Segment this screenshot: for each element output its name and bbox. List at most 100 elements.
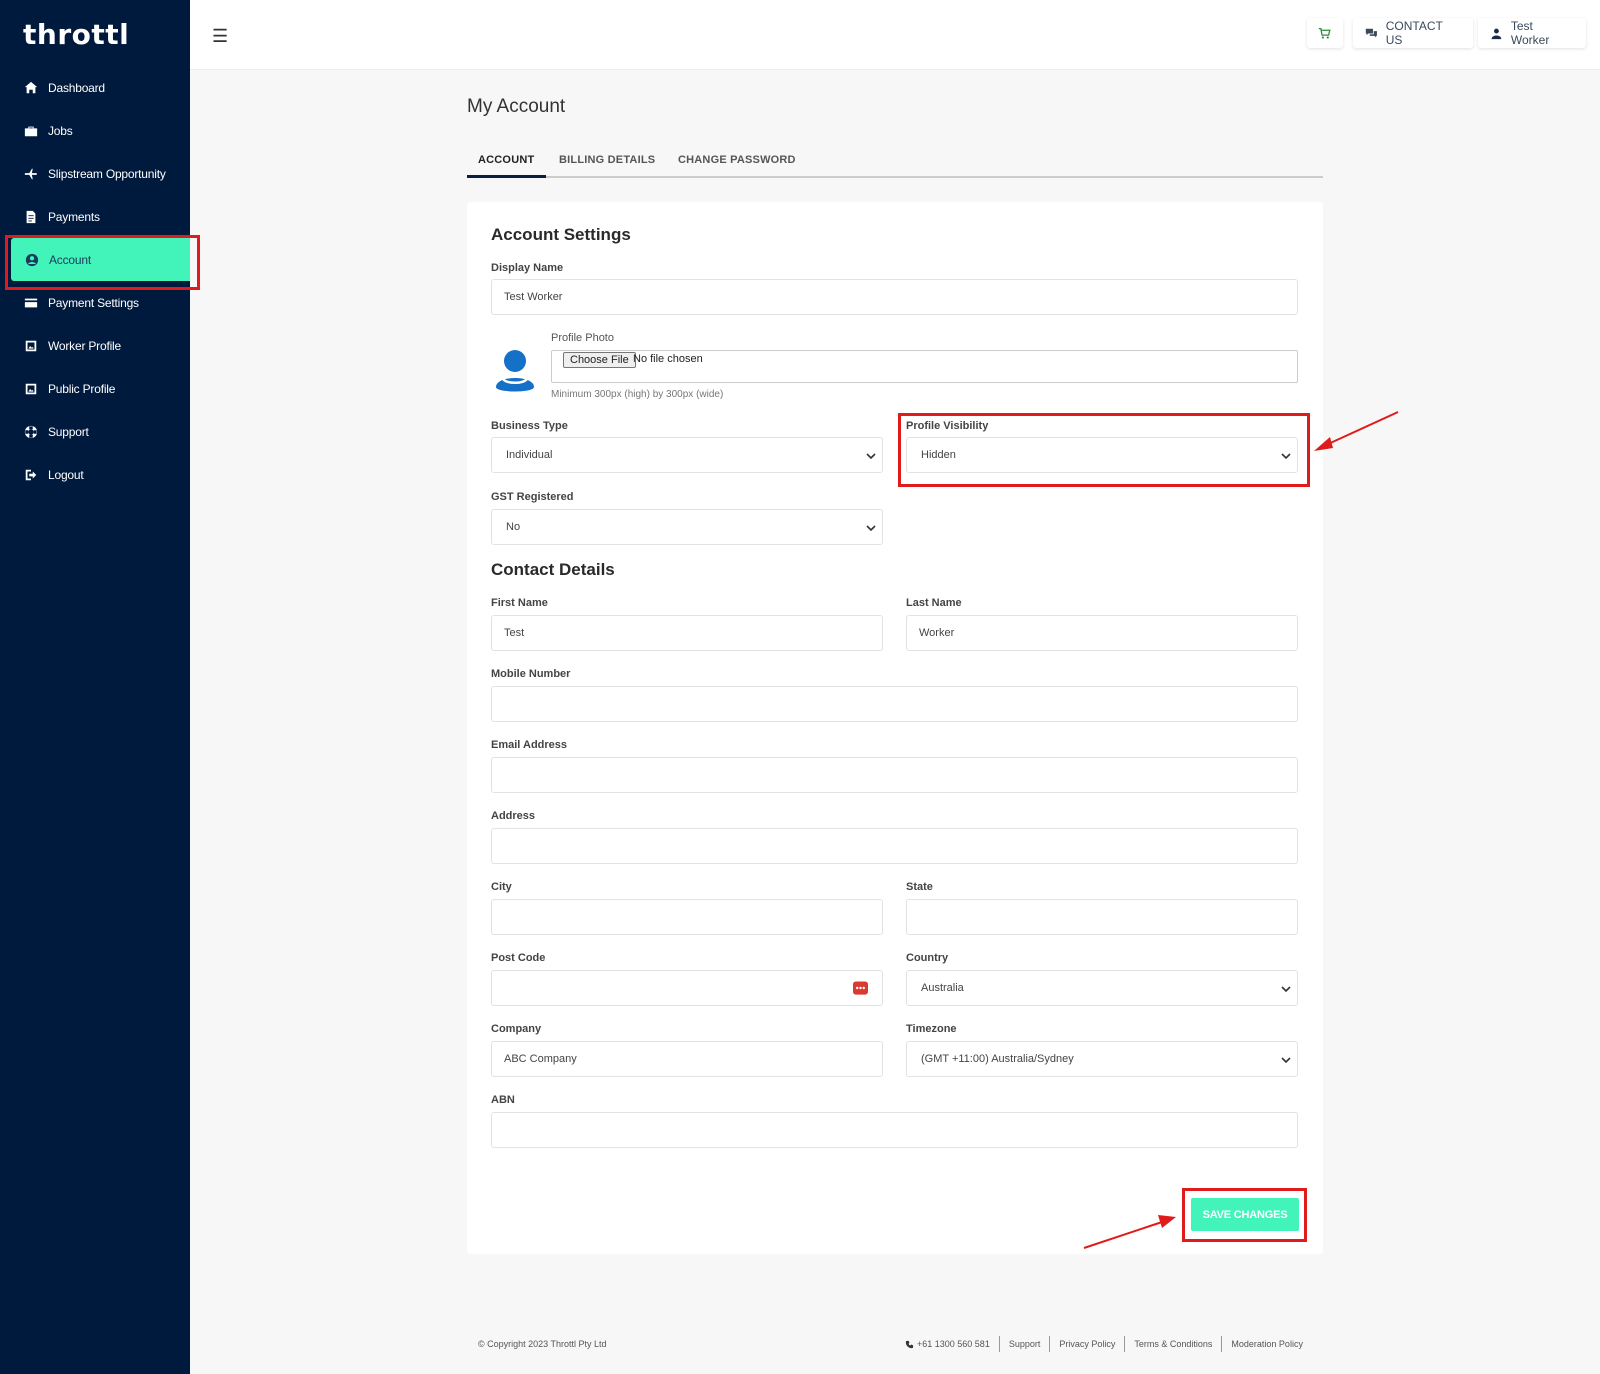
post-code-label: Post Code	[491, 952, 546, 964]
image-icon	[23, 381, 39, 397]
footer-divider	[998, 1336, 1000, 1352]
cart-button[interactable]	[1307, 18, 1343, 48]
timezone-label: Timezone	[906, 1023, 957, 1035]
profile-photo-label: Profile Photo	[551, 332, 614, 344]
account-settings-heading: Account Settings	[491, 225, 631, 244]
profile-photo-hint: Minimum 300px (high) by 300px (wide)	[551, 389, 724, 400]
annotation-arrow-save	[1083, 1215, 1176, 1249]
gst-registered-select[interactable]: No	[491, 509, 883, 545]
post-code-input[interactable]	[491, 970, 883, 1006]
lifebuoy-icon	[23, 424, 39, 440]
footer-link-support[interactable]: Support	[1009, 1339, 1041, 1349]
last-name-input[interactable]: Worker	[906, 615, 1298, 651]
display-name-label: Display Name	[491, 262, 564, 274]
sidebar-item-label: Payments	[48, 209, 100, 224]
chevron-down-icon	[1281, 986, 1291, 993]
country-select[interactable]: Australia	[906, 970, 1298, 1006]
credit-card-icon	[23, 295, 39, 311]
sidebar-item-slipstream-opportunity[interactable]: Slipstream Opportunity	[0, 152, 190, 195]
gst-registered-value: No	[506, 521, 521, 533]
tab-bar: ACCOUNT BILLING DETAILS CHANGE PASSWORD	[467, 148, 1323, 178]
chevron-down-icon	[1281, 1057, 1291, 1064]
sidebar: throttl Dashboard Jobs Slipstream Opport…	[0, 0, 190, 1374]
no-file-chosen-text: No file chosen	[633, 353, 703, 365]
tab-account[interactable]: ACCOUNT	[478, 154, 534, 166]
briefcase-icon	[23, 123, 39, 139]
sidebar-item-label: Support	[48, 424, 89, 439]
user-name-label: Test Worker	[1510, 19, 1550, 47]
hamburger-menu-icon[interactable]: ☰	[212, 26, 228, 47]
footer-divider	[1221, 1336, 1223, 1352]
annotation-arrow-profile-visibility	[1314, 411, 1399, 451]
footer-link-moderation-policy[interactable]: Moderation Policy	[1231, 1339, 1303, 1349]
city-input[interactable]	[491, 899, 883, 935]
footer-links: +61 1300 560 581 Support Privacy Policy …	[905, 1335, 1303, 1353]
sidebar-item-dashboard[interactable]: Dashboard	[0, 66, 190, 109]
sidebar-item-label: Jobs	[48, 123, 73, 138]
chevron-down-icon	[866, 453, 876, 460]
country-value: Australia	[921, 982, 964, 994]
contact-us-button[interactable]: CONTACT US	[1353, 18, 1473, 48]
cart-icon	[1318, 27, 1331, 39]
company-input[interactable]: ABC Company	[491, 1041, 883, 1077]
footer-link-privacy-policy[interactable]: Privacy Policy	[1059, 1339, 1115, 1349]
footer-divider	[1049, 1336, 1051, 1352]
abn-input[interactable]	[491, 1112, 1298, 1148]
email-address-input[interactable]	[491, 757, 1298, 793]
page-title: My Account	[467, 96, 566, 117]
city-label: City	[491, 881, 512, 893]
footer-link-terms-conditions[interactable]: Terms & Conditions	[1134, 1339, 1212, 1349]
timezone-select[interactable]: (GMT +11:00) Australia/Sydney	[906, 1041, 1298, 1077]
avatar-placeholder-icon	[496, 350, 534, 392]
home-icon	[23, 80, 39, 96]
autofill-icon[interactable]	[853, 981, 868, 995]
display-name-input[interactable]: Test Worker	[491, 279, 1298, 315]
sidebar-item-support[interactable]: Support	[0, 410, 190, 453]
business-type-label: Business Type	[491, 420, 568, 432]
gst-registered-label: GST Registered	[491, 491, 574, 503]
user-menu-button[interactable]: Test Worker	[1478, 18, 1586, 48]
top-bar: ☰ CONTACT US Test Worker	[190, 0, 1600, 70]
document-icon	[23, 209, 39, 225]
sidebar-item-label: Dashboard	[48, 80, 105, 95]
address-label: Address	[491, 810, 536, 822]
last-name-label: Last Name	[906, 597, 962, 609]
profile-photo-file-input[interactable]: Choose File No file chosen	[551, 350, 1298, 383]
timezone-value: (GMT +11:00) Australia/Sydney	[921, 1053, 1074, 1065]
country-label: Country	[906, 952, 949, 964]
abn-label: ABN	[491, 1094, 515, 1106]
chevron-down-icon	[866, 525, 876, 532]
active-tab-indicator	[467, 175, 546, 178]
app-logo[interactable]: throttl	[23, 18, 129, 51]
annotation-highlight-account	[5, 235, 200, 290]
user-icon	[1491, 28, 1502, 39]
plane-icon	[23, 166, 39, 182]
mobile-number-input[interactable]	[491, 686, 1298, 722]
tab-billing-details[interactable]: BILLING DETAILS	[559, 154, 655, 166]
annotation-highlight-profile-visibility	[898, 413, 1310, 487]
first-name-label: First Name	[491, 597, 548, 609]
sidebar-item-logout[interactable]: Logout	[0, 453, 190, 496]
state-input[interactable]	[906, 899, 1298, 935]
address-input[interactable]	[491, 828, 1298, 864]
first-name-input[interactable]: Test	[491, 615, 883, 651]
email-address-label: Email Address	[491, 739, 568, 751]
business-type-select[interactable]: Individual	[491, 437, 883, 473]
sidebar-item-worker-profile[interactable]: Worker Profile	[0, 324, 190, 367]
mobile-number-label: Mobile Number	[491, 668, 571, 680]
sidebar-item-payments[interactable]: Payments	[0, 195, 190, 238]
footer-phone[interactable]: +61 1300 560 581	[917, 1339, 990, 1349]
tab-change-password[interactable]: CHANGE PASSWORD	[678, 154, 796, 166]
footer-divider	[1124, 1336, 1126, 1352]
business-type-value: Individual	[506, 449, 553, 461]
sidebar-item-label: Slipstream Opportunity	[48, 166, 166, 181]
sidebar-item-label: Logout	[48, 467, 84, 482]
sidebar-item-jobs[interactable]: Jobs	[0, 109, 190, 152]
phone-icon	[905, 1340, 914, 1348]
sidebar-item-public-profile[interactable]: Public Profile	[0, 367, 190, 410]
annotation-highlight-save	[1182, 1188, 1307, 1242]
footer-copyright: © Copyright 2023 Throttl Pty Ltd	[478, 1339, 607, 1349]
choose-file-button[interactable]: Choose File	[563, 352, 636, 368]
sidebar-item-label: Worker Profile	[48, 338, 121, 353]
image-icon	[23, 338, 39, 354]
